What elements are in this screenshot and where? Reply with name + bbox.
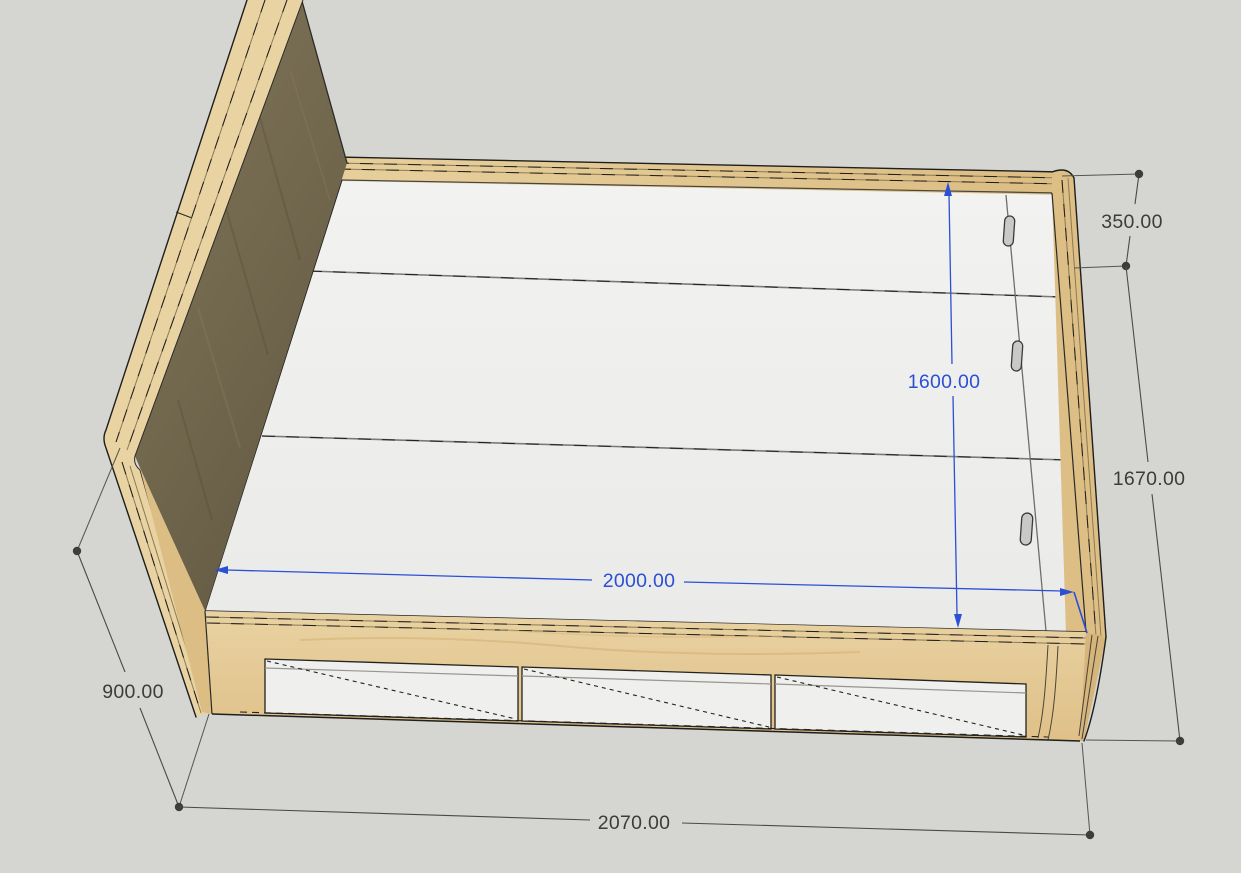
slot-handle-icon	[1003, 216, 1015, 247]
dimension-label-900: 900.00	[102, 681, 163, 703]
slot-handle-icon	[1011, 341, 1023, 372]
dimension-2070: 2070.00	[179, 743, 1094, 839]
door-2	[522, 667, 771, 729]
door-1	[265, 659, 518, 721]
dimension-label-1600: 1600.00	[908, 371, 981, 393]
slot-handle-icon	[1020, 513, 1033, 546]
door-3	[775, 675, 1026, 737]
platform-deck	[205, 180, 1086, 632]
dimension-label-350: 350.00	[1101, 211, 1162, 233]
bed-drawing-canvas: 350.00 1670.00 900.00 2070.00	[0, 0, 1241, 873]
dimension-label-2070: 2070.00	[598, 812, 671, 834]
front-face	[205, 611, 1086, 741]
dimension-label-2000: 2000.00	[603, 570, 676, 592]
dimension-label-1670: 1670.00	[1113, 468, 1186, 490]
cad-viewport[interactable]: 350.00 1670.00 900.00 2070.00	[0, 0, 1241, 873]
